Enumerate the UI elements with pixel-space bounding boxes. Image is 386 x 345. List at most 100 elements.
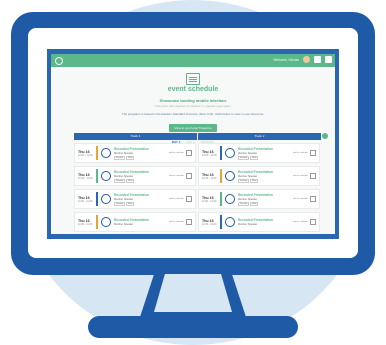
session-info: Recorded Presentation Member Speaker: [238, 218, 293, 227]
session-time-range: 11:00 - 11:30: [202, 199, 217, 203]
local-timezone-button[interactable]: View in your local Timezone: [169, 124, 217, 132]
presentation-icon: [225, 217, 235, 227]
add-to-calendar-icon[interactable]: [310, 150, 316, 156]
schedule-row: Thu 16 11:00 - 11:30 Recorded Presentati…: [74, 189, 322, 209]
screen-frame: Welcome, Nicolas event schedule Showcase…: [47, 49, 339, 239]
add-to-calendar-icon[interactable]: [186, 150, 192, 156]
session-time-range: 10:00 - 10:30: [78, 153, 93, 157]
presentation-icon: [101, 148, 111, 158]
presentation-icon: [101, 194, 111, 204]
session-speaker: Member Speaker: [114, 174, 134, 178]
track-color-stripe: [220, 215, 222, 229]
session-title[interactable]: Recorded Presentation: [238, 218, 293, 222]
presentation-icon: [225, 171, 235, 181]
presentation-icon: [225, 148, 235, 158]
session-tag: Session: [238, 155, 250, 160]
track-color-stripe: [96, 146, 98, 160]
add-to-calendar-icon[interactable]: [310, 173, 316, 179]
session-card[interactable]: Thu 16 11:30 - 12:00 Recorded Presentati…: [198, 212, 320, 232]
session-time-range: 11:00 - 11:30: [78, 199, 93, 203]
session-time-range: 10:30 - 11:00: [78, 176, 93, 180]
session-card[interactable]: Thu 16 11:00 - 11:30 Recorded Presentati…: [198, 189, 320, 209]
schedule-row: Thu 16 10:00 - 10:30 Recorded Presentati…: [74, 143, 322, 163]
session-tag: Main: [126, 178, 135, 183]
avatar-icon[interactable]: [303, 56, 310, 63]
hero-subtitle: Showcase bootleg mobile interface: [159, 98, 227, 103]
add-to-calendar-icon[interactable]: [186, 219, 192, 225]
session-tags: Session Main: [238, 201, 293, 206]
session-time-range: 10:30 - 11:00: [202, 176, 217, 180]
add-to-calendar-icon[interactable]: [186, 196, 192, 202]
presentation-icon: [101, 217, 111, 227]
add-to-calendar-link[interactable]: add to calendar: [293, 221, 308, 223]
session-tags: Session Main: [114, 155, 169, 160]
session-info: Recorded Presentation Member Speaker Ses…: [114, 193, 169, 206]
track-headers: Track 1 Track 2: [74, 133, 322, 140]
add-to-calendar-link[interactable]: add to calendar: [169, 221, 184, 223]
session-title[interactable]: Recorded Presentation: [238, 170, 293, 174]
hero-subtitle-2: Cras justo odio dapibus ac facilisis in,…: [154, 104, 232, 108]
presentation-icon: [225, 194, 235, 204]
notifications-icon[interactable]: [325, 56, 332, 63]
logo-icon[interactable]: [55, 56, 63, 65]
session-info: Recorded Presentation Member Speaker Ses…: [238, 193, 293, 206]
session-speaker: Member Speaker: [114, 151, 134, 155]
session-time-range: 11:30 - 12:00: [202, 222, 217, 226]
calendar-icon: [186, 73, 200, 85]
session-info: Recorded Presentation Member Speaker Ses…: [114, 147, 169, 160]
session-time: Thu 16 10:00 - 10:30: [202, 150, 220, 157]
session-speaker: Member Speaker: [114, 222, 134, 226]
schedule-rows: Thu 16 10:00 - 10:30 Recorded Presentati…: [74, 143, 322, 232]
timezone-note: The programs is based in the Eastern Sta…: [121, 112, 265, 116]
session-tags: Session Main: [238, 178, 293, 183]
session-time: Thu 16 11:00 - 11:30: [202, 196, 220, 203]
schedule-row: Thu 16 10:30 - 11:00 Recorded Presentati…: [74, 166, 322, 186]
session-card[interactable]: Thu 16 11:30 - 12:00 Recorded Presentati…: [74, 212, 196, 232]
session-info: Recorded Presentation Member Speaker: [114, 218, 169, 227]
add-to-calendar-icon[interactable]: [310, 219, 316, 225]
track-color-stripe: [220, 169, 222, 183]
topbar-right: Welcome, Nicolas: [274, 56, 332, 63]
session-tag: Main: [250, 155, 259, 160]
session-tag: Session: [238, 178, 250, 183]
session-title[interactable]: Recorded Presentation: [114, 193, 169, 197]
session-tag: Main: [126, 201, 135, 206]
schedule-grid: Track 1 Track 2 Thu 16 10:00 - 10:30 Rec…: [74, 133, 328, 232]
add-to-calendar-link[interactable]: add to calendar: [169, 152, 184, 154]
add-to-calendar-link[interactable]: add to calendar: [169, 198, 184, 200]
page-title: event schedule: [167, 86, 219, 93]
track-color-stripe: [220, 146, 222, 160]
track-color-stripe: [96, 169, 98, 183]
session-title[interactable]: Recorded Presentation: [114, 170, 169, 174]
add-to-calendar-icon[interactable]: [186, 173, 192, 179]
track-header: Track 2: [198, 133, 322, 140]
session-speaker: Member Speaker: [238, 174, 258, 178]
session-card[interactable]: Thu 16 11:00 - 11:30 Recorded Presentati…: [74, 189, 196, 209]
session-card[interactable]: Thu 16 10:00 - 10:30 Recorded Presentati…: [74, 143, 196, 163]
session-card[interactable]: Thu 16 10:30 - 11:00 Recorded Presentati…: [198, 166, 320, 186]
track-color-stripe: [220, 192, 222, 206]
session-info: Recorded Presentation Member Speaker Ses…: [238, 147, 293, 160]
session-time: Thu 16 11:00 - 11:30: [78, 196, 96, 203]
session-title[interactable]: Recorded Presentation: [238, 147, 293, 151]
add-to-calendar-icon[interactable]: [310, 196, 316, 202]
session-card[interactable]: Thu 16 10:00 - 10:30 Recorded Presentati…: [198, 143, 320, 163]
session-tag: Main: [250, 178, 259, 183]
session-tag: Session: [114, 178, 126, 183]
session-tag: Main: [126, 155, 135, 160]
session-title[interactable]: Recorded Presentation: [238, 193, 293, 197]
session-time-range: 11:30 - 12:00: [78, 222, 93, 226]
session-title[interactable]: Recorded Presentation: [114, 218, 169, 222]
monitor-stand-inner: [154, 274, 232, 312]
session-title[interactable]: Recorded Presentation: [114, 147, 169, 151]
add-to-calendar-link[interactable]: add to calendar: [293, 198, 308, 200]
chat-icon[interactable]: [314, 56, 321, 63]
session-info: Recorded Presentation Member Speaker Ses…: [114, 170, 169, 183]
add-to-calendar-link[interactable]: add to calendar: [169, 175, 184, 177]
add-to-calendar-link[interactable]: add to calendar: [293, 175, 308, 177]
session-speaker: Member Speaker: [238, 197, 258, 201]
add-to-calendar-link[interactable]: add to calendar: [293, 152, 308, 154]
session-card[interactable]: Thu 16 10:30 - 11:00 Recorded Presentati…: [74, 166, 196, 186]
session-tag: Session: [114, 155, 126, 160]
add-icon[interactable]: [322, 133, 328, 139]
